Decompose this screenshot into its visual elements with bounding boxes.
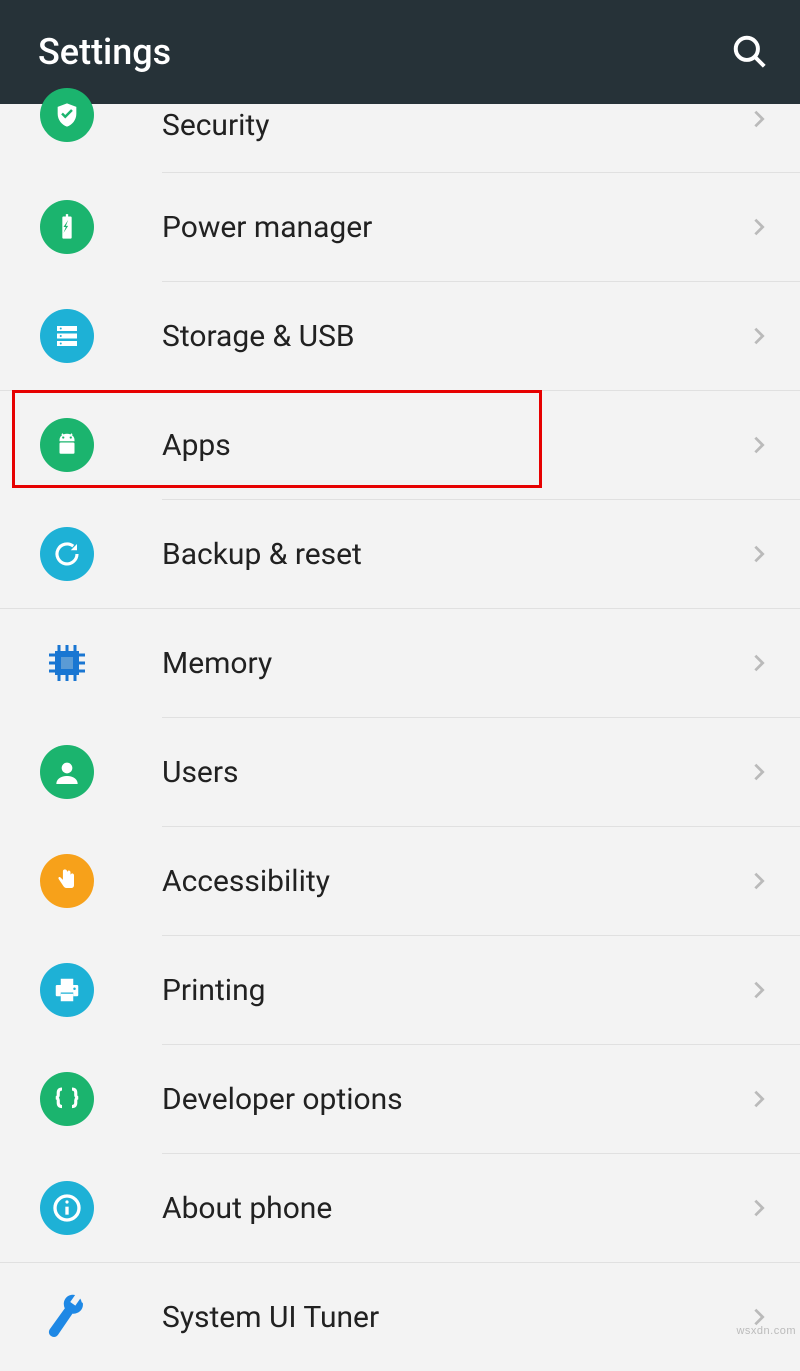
item-label: About phone	[162, 1191, 748, 1226]
item-label: Backup & reset	[162, 537, 748, 572]
search-icon	[731, 33, 769, 71]
chevron-right-icon	[748, 1197, 770, 1219]
settings-list: Security Power manager Storage & USB App…	[0, 104, 800, 1371]
settings-item-memory[interactable]: Memory	[0, 609, 800, 717]
chevron-right-icon	[748, 543, 770, 565]
settings-item-printing[interactable]: Printing	[0, 936, 800, 1044]
app-header: Settings	[0, 0, 800, 104]
refresh-icon	[40, 527, 94, 581]
settings-item-developer-options[interactable]: Developer options	[0, 1045, 800, 1153]
search-button[interactable]	[728, 30, 772, 74]
item-label: Users	[162, 755, 748, 790]
chevron-right-icon	[748, 216, 770, 238]
settings-item-users[interactable]: Users	[0, 718, 800, 826]
settings-item-security[interactable]: Security	[0, 104, 800, 172]
memory-icon	[40, 636, 94, 690]
chevron-right-icon	[748, 108, 770, 130]
chevron-right-icon	[748, 1088, 770, 1110]
item-label: Apps	[162, 428, 748, 463]
braces-icon	[40, 1072, 94, 1126]
storage-icon	[40, 309, 94, 363]
battery-icon	[40, 200, 94, 254]
item-label: Security	[162, 108, 748, 143]
info-icon	[40, 1181, 94, 1235]
hand-icon	[40, 854, 94, 908]
settings-item-accessibility[interactable]: Accessibility	[0, 827, 800, 935]
settings-item-power-manager[interactable]: Power manager	[0, 173, 800, 281]
apps-icon	[40, 418, 94, 472]
item-label: Accessibility	[162, 864, 748, 899]
settings-item-system-ui-tuner[interactable]: System UI Tuner	[0, 1263, 800, 1371]
settings-item-storage[interactable]: Storage & USB	[0, 282, 800, 390]
chevron-right-icon	[748, 870, 770, 892]
user-icon	[40, 745, 94, 799]
item-label: Memory	[162, 646, 748, 681]
item-label: Storage & USB	[162, 319, 748, 354]
page-title: Settings	[38, 31, 171, 73]
chevron-right-icon	[748, 652, 770, 674]
chevron-right-icon	[748, 761, 770, 783]
settings-item-backup-reset[interactable]: Backup & reset	[0, 500, 800, 608]
watermark: wsxdn.com	[736, 1325, 796, 1337]
settings-item-apps[interactable]: Apps	[0, 391, 800, 499]
chevron-right-icon	[748, 325, 770, 347]
wrench-icon	[40, 1290, 94, 1344]
chevron-right-icon	[748, 979, 770, 1001]
settings-item-about-phone[interactable]: About phone	[0, 1154, 800, 1262]
item-label: System UI Tuner	[162, 1300, 748, 1335]
chevron-right-icon	[748, 434, 770, 456]
printer-icon	[40, 963, 94, 1017]
item-label: Power manager	[162, 210, 748, 245]
shield-icon	[40, 88, 94, 142]
item-label: Developer options	[162, 1082, 748, 1117]
item-label: Printing	[162, 973, 748, 1008]
